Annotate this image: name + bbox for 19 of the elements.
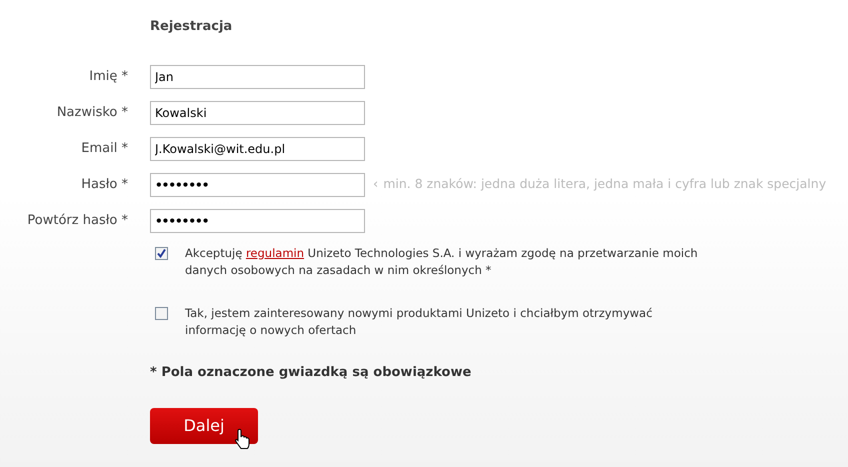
password-field[interactable]: •••••••• (150, 208, 365, 232)
checkbox[interactable] (155, 306, 168, 320)
field-label: Hasło * (80, 176, 128, 194)
consent-text: Akceptuję regulamin Unizeto Technologies S.A. i wyrażam zgodę na przetwarzanie moich danych osobowych na zasadach w nim określonych * (185, 244, 699, 278)
next-button[interactable]: Dalej (150, 408, 258, 444)
field-label: Powtórz hasło * (26, 212, 128, 230)
password-field[interactable]: •••••••• (150, 172, 365, 196)
password-hint: min. 8 znaków: jedna duża litera, jedna mała i cyfra lub znak specjalny (383, 175, 826, 194)
field-label: Nazwisko * (56, 104, 128, 122)
terms-link[interactable]: regulamin (246, 246, 304, 260)
required-note: * Pola oznaczone gwiazdką są obowiązkowe (150, 364, 472, 382)
field-label: Imię * (88, 68, 128, 86)
input-field[interactable]: Kowalski (150, 100, 365, 124)
hand-cursor-icon (234, 428, 252, 450)
hint-arrow-icon: ‹ (373, 174, 378, 194)
consent-text: Tak, jestem zainteresowany nowymi produktami Unizeto i chciałbym otrzymywać informację o nowych ofertach (185, 304, 654, 338)
checkbox[interactable] (155, 246, 168, 260)
form-title: Rejestracja (150, 18, 234, 36)
field-label: Email * (80, 140, 128, 158)
